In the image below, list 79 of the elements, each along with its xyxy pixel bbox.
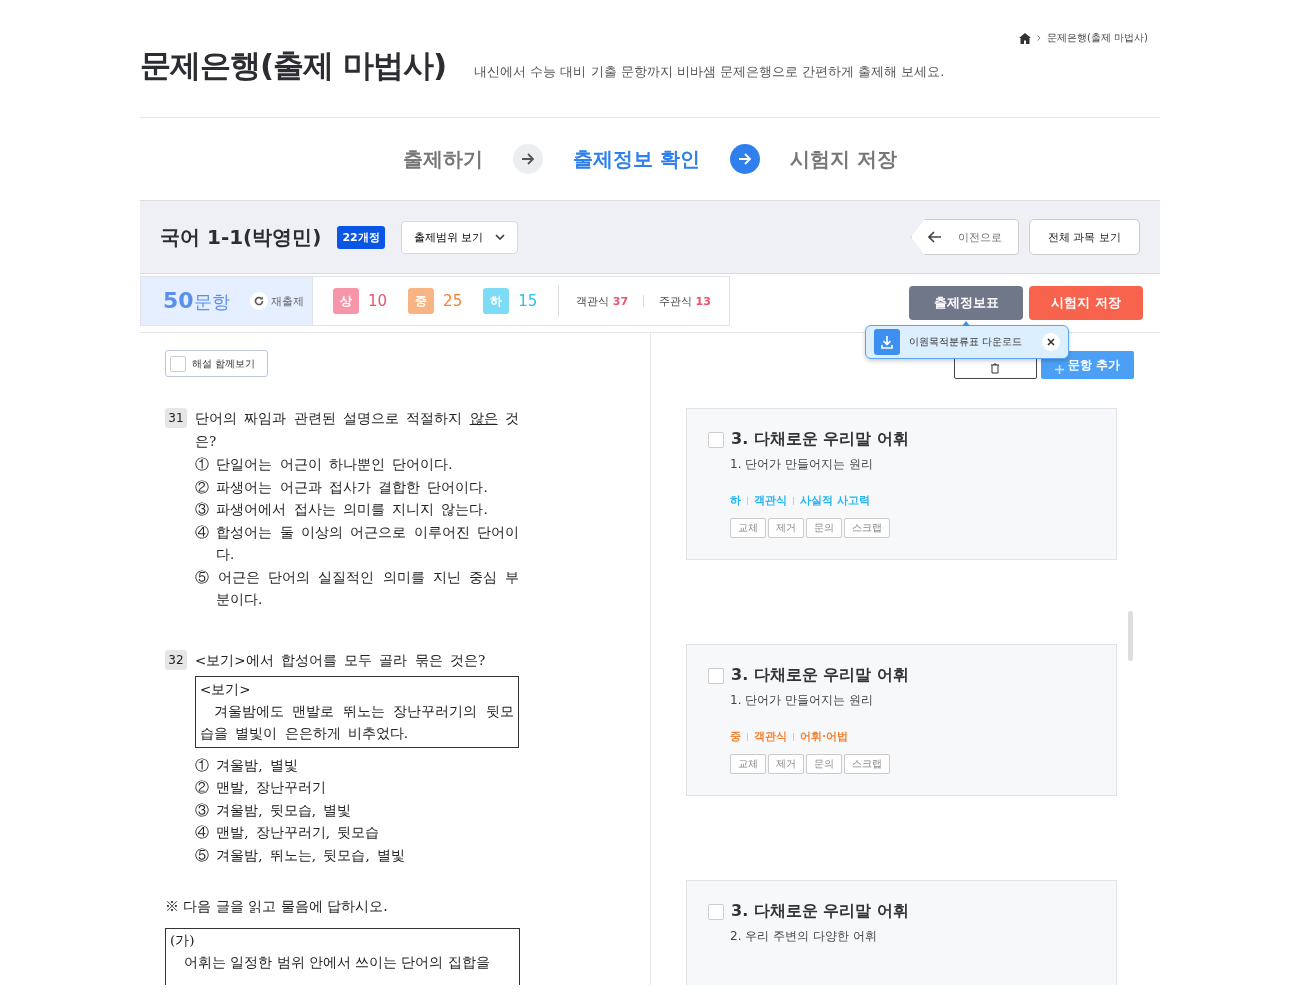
download-icon[interactable] [874,329,900,355]
card-subtitle: 2. 우리 주변의 다양한 어휘 [729,928,878,945]
card-action-button[interactable]: 스크랩 [844,518,890,538]
page-subtitle: 내신에서 수능 대비 기출 문항까지 비바샘 문제은행으로 간편하게 출제해 보세요. [474,63,945,81]
edition-badge: 22개정 [337,225,385,249]
passage-label: (가) [170,931,196,950]
reissue-button[interactable]: 재출제 [249,292,304,310]
chevron-down-icon [495,234,506,240]
card-action-button[interactable]: 제거 [768,754,804,774]
box-title: <보기> [200,679,252,699]
all-subjects-button[interactable]: 전체 과목 보기 [1029,219,1140,255]
card-action-button[interactable]: 스크랩 [844,754,890,774]
home-icon[interactable] [1019,32,1031,44]
level-count: 25 [443,292,463,310]
answer-choice: ① 단일어는 어근이 하나뿐인 단어이다. [195,455,454,474]
plus-icon [1054,364,1064,374]
textbook-title: 국어 1-1(박영민) [160,223,322,251]
answer-choice: ③ 파생어에서 접사는 의미를 지니지 않는다. [195,500,489,519]
answer-choice: ⑤ 겨울밤, 뛰노는, 뒷모습, 별빛 [195,845,407,865]
scrollbar-thumb[interactable] [1128,611,1133,661]
type-count: 객관식 37 [576,293,629,309]
checkbox[interactable] [708,667,724,684]
card-title: 3. 다채로운 우리말 어휘 [731,901,909,922]
question-text: 단어의 짜임과 관련된 설명으로 적절하지 않은 것은? [195,409,519,451]
card-title: 3. 다채로운 우리말 어휘 [731,429,909,450]
back-button[interactable]: 이전으로 [911,219,1019,255]
level-count: 15 [518,292,538,310]
type-count: 주관식 13 [659,293,711,309]
card-title: 3. 다채로운 우리말 어휘 [731,665,909,686]
answer-choice: ③ 겨울밤, 뒷모습, 별빛 [195,800,353,820]
card-tag: 어휘·어법 [800,729,849,744]
level-chip: 상 [333,288,359,314]
popover-text[interactable]: 이원목적분류표 다운로드 [909,335,1033,349]
card-subtitle: 1. 단어가 만들어지는 원리 [729,692,874,709]
answer-choice: ⑤ 어근은 단어의 실질적인 의미를 지닌 중심 부분이다. [195,567,519,609]
breadcrumb-item[interactable]: 문제은행(출제 마법사) [1047,31,1148,45]
trash-icon [990,362,1001,374]
question-number: 32 [165,649,187,670]
card-action-button[interactable]: 교체 [730,754,766,774]
card-tag: 하 [730,493,741,508]
refresh-icon [249,292,268,310]
save-exam-button[interactable]: 시험지 저장 [1029,286,1143,320]
instruction-text: ※ 다음 글을 읽고 물음에 답하시오. [164,898,389,916]
question-count: 50문항 [163,288,230,314]
page-title: 문제은행(출제 마법사) [140,46,447,85]
chevron-right-icon [1037,35,1041,41]
card-subtitle: 1. 단어가 만들어지는 원리 [729,456,874,473]
box-text: 겨울밤에도 맨발로 뛰노는 장난꾸러기의 뒷모습을 별빛이 은은하게 비추었다. [200,701,514,743]
checkbox[interactable] [708,431,724,448]
close-icon[interactable] [1042,333,1060,351]
card-action-button[interactable]: 교체 [730,518,766,538]
wizard-step[interactable]: 출제정보 확인 [573,145,700,173]
passage-text: 어휘는 일정한 범위 안에서 쓰이는 단어의 집합을 [183,953,491,972]
answer-choice: ② 맨발, 장난꾸러기 [195,778,327,797]
info-table-button[interactable]: 출제정보표 [909,286,1023,320]
level-count: 10 [368,292,388,310]
checkbox[interactable] [170,355,186,372]
card-tag: 중 [730,729,741,744]
answer-choice: ① 겨울밤, 별빛 [195,755,299,775]
add-question-button[interactable]: 문항 추가 [1040,351,1134,379]
question-number: 31 [165,408,187,428]
wizard-step[interactable]: 출제하기 [403,145,484,173]
wizard-step[interactable]: 시험지 저장 [790,145,897,173]
answer-choice: ② 파생어는 어근과 접사가 결합한 단어이다. [195,477,489,497]
explanation-toggle[interactable]: 해설 함께보기 [165,350,269,377]
answer-choice: ④ 합성어는 둘 이상의 어근으로 이루어진 단어이다. [195,522,519,564]
card-action-button[interactable]: 문의 [806,518,842,538]
card-tag: 사실적 사고력 [800,493,870,508]
card-action-button[interactable]: 제거 [768,518,804,538]
arrow-left-icon [928,231,942,243]
question-text: <보기>에서 합성어를 모두 골라 묶은 것은? [195,650,487,670]
checkbox[interactable] [708,903,724,920]
answer-choice: ④ 맨발, 장난꾸러기, 뒷모습 [195,823,381,842]
card-action-button[interactable]: 문의 [806,754,842,774]
scope-dropdown[interactable]: 출제범위 보기 [400,220,519,254]
level-chip: 하 [483,288,510,314]
card-tag: 객관식 [754,493,787,508]
card-tag: 객관식 [754,729,787,744]
level-chip: 중 [408,288,435,314]
